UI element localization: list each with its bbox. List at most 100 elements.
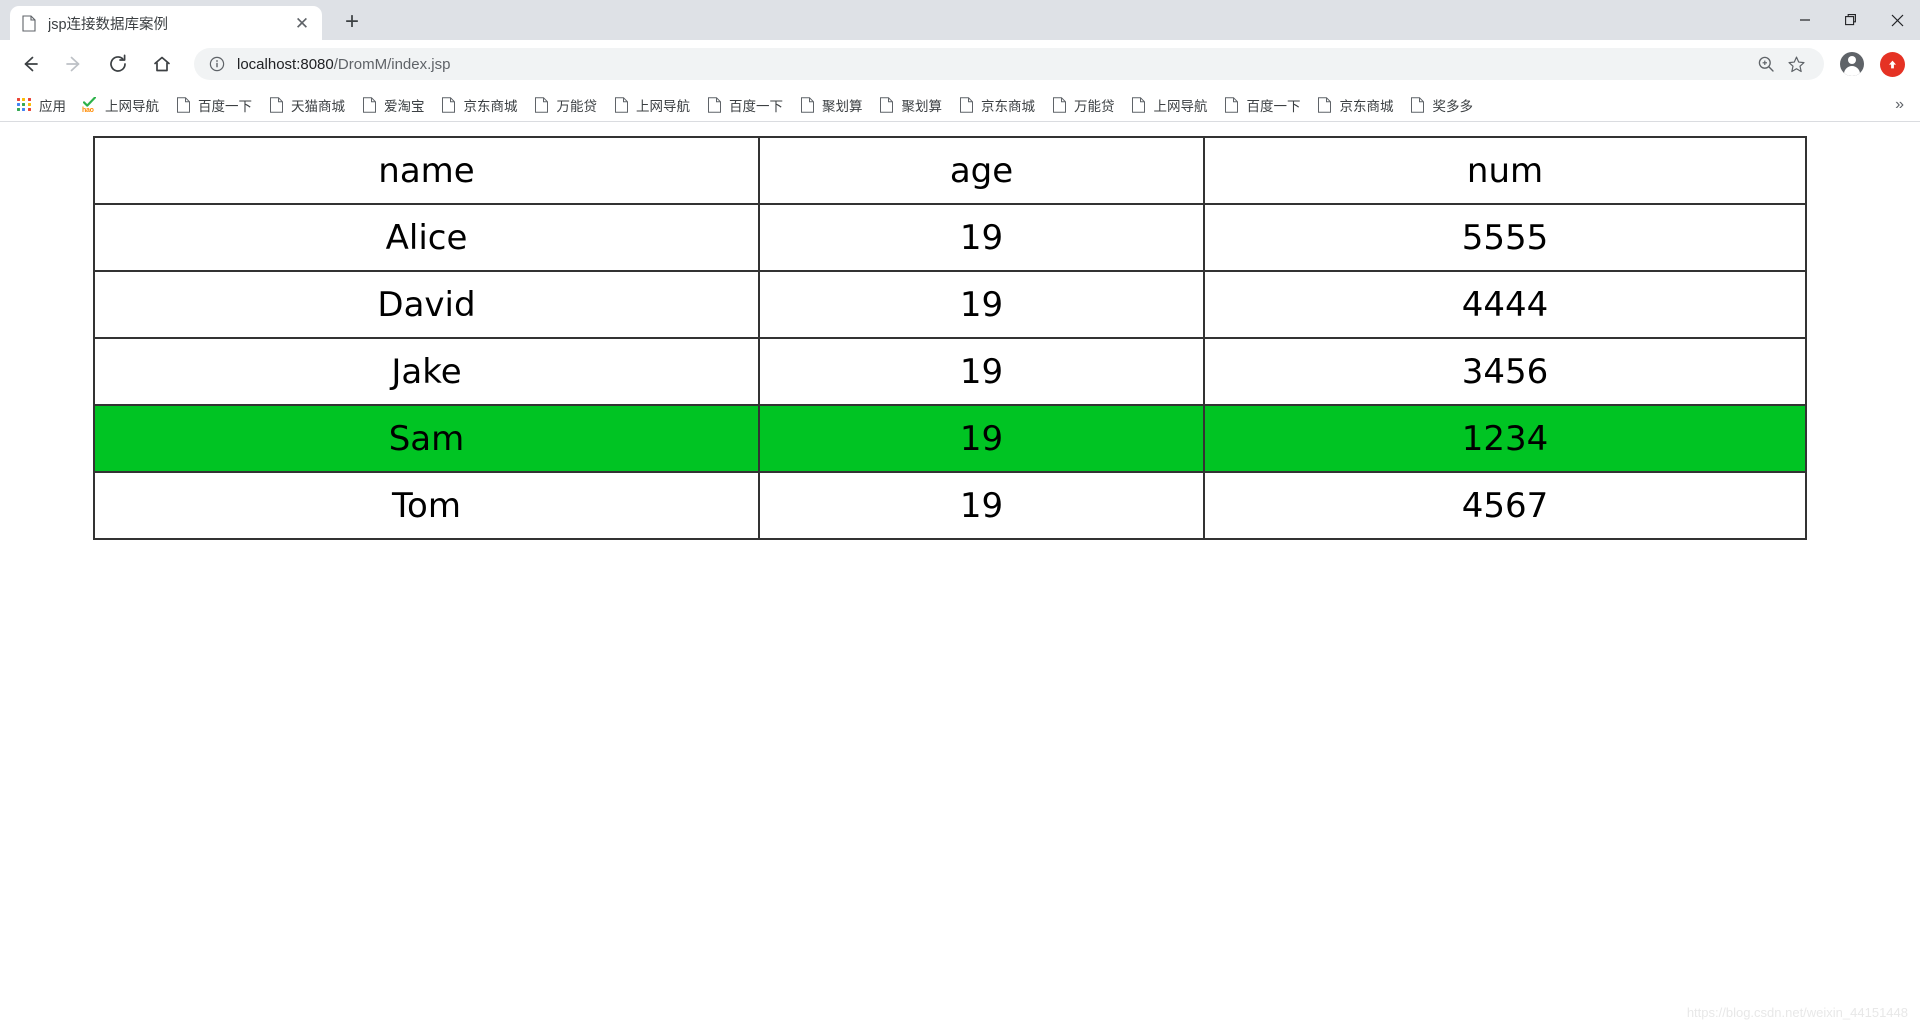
bookmark-label: 爱淘宝	[384, 98, 425, 114]
cell-num: 5555	[1203, 203, 1807, 272]
page-icon	[1224, 96, 1240, 113]
bookmark-label: 京东商城	[1339, 98, 1394, 114]
cell-age: 19	[758, 337, 1205, 406]
restore-icon[interactable]	[1828, 0, 1874, 40]
home-icon[interactable]	[144, 46, 180, 82]
cell-num: 4444	[1203, 270, 1807, 339]
bookmark-label: 百度一下	[729, 98, 783, 114]
bookmark-label: 聚划算	[822, 98, 863, 114]
reload-icon[interactable]	[100, 46, 136, 82]
table-row-highlighted[interactable]: Sam 19 1234	[93, 404, 1807, 473]
bookmark-item-14[interactable]: 上网导航	[1123, 92, 1216, 118]
bookmark-item-9[interactable]: 百度一下	[698, 92, 791, 118]
table-row[interactable]: David 19 4444	[93, 270, 1807, 339]
close-icon[interactable]: ✕	[292, 13, 312, 33]
records-table: name age num Alice 19 5555 David 19 4444 Jake 19 34…	[93, 136, 1807, 540]
info-circle-icon[interactable]	[208, 55, 226, 73]
cell-name: Alice	[93, 203, 760, 272]
url-text: localhost:8080/DromM/index.jsp	[237, 56, 450, 73]
page-icon	[268, 96, 284, 113]
close-icon[interactable]	[1874, 0, 1920, 40]
bookmark-label: 百度一下	[1246, 98, 1301, 114]
browser-toolbar: localhost:8080/DromM/index.jsp	[0, 40, 1920, 88]
bookmark-item-10[interactable]: 聚划算	[791, 92, 871, 118]
page-icon	[20, 14, 38, 32]
page-icon	[1410, 96, 1426, 113]
tab-title: jsp连接数据库案例	[48, 16, 169, 33]
page-icon	[1051, 96, 1067, 113]
table-row[interactable]: Alice 19 5555	[93, 203, 1807, 272]
page-icon	[534, 96, 550, 113]
hao123-icon: hao	[82, 96, 98, 114]
browser-tab[interactable]: jsp连接数据库案例 ✕	[10, 6, 322, 40]
bookmarks-bar: 应用 hao 上网导航 百度一下 天猫商城 爱淘宝 京东商城 万能贷 上网导航 百度一下 聚划算 聚划…	[0, 88, 1920, 122]
bookmark-label: 百度一下	[198, 98, 252, 114]
new-tab-button[interactable]: +	[336, 6, 368, 38]
apps-grid-icon	[16, 97, 32, 113]
star-icon[interactable]	[1782, 50, 1810, 78]
page-icon	[879, 96, 895, 113]
column-header-age: age	[758, 136, 1205, 205]
bookmark-label: 万能贷	[556, 98, 598, 114]
page-icon	[958, 96, 974, 113]
cell-name: Sam	[93, 404, 760, 473]
table-header-row: name age num	[93, 136, 1807, 205]
page-icon	[175, 96, 191, 113]
minimize-icon[interactable]	[1782, 0, 1828, 40]
cell-name: Tom	[93, 471, 760, 540]
bookmark-item-16[interactable]: 京东商城	[1309, 92, 1402, 118]
browser-titlebar: jsp连接数据库案例 ✕ +	[0, 0, 1920, 40]
bookmark-label: 万能贷	[1074, 98, 1115, 114]
cell-num: 3456	[1203, 337, 1807, 406]
bookmark-item-17[interactable]: 奖多多	[1402, 92, 1482, 118]
forward-icon[interactable]	[56, 46, 92, 82]
bookmark-label: 上网导航	[105, 98, 159, 114]
cell-age: 19	[758, 404, 1205, 473]
url-path: /DromM/index.jsp	[333, 55, 451, 73]
bookmark-label: 上网导航	[1153, 98, 1208, 114]
bookmark-item-5[interactable]: 爱淘宝	[353, 92, 433, 118]
address-bar[interactable]: localhost:8080/DromM/index.jsp	[194, 48, 1824, 80]
page-icon	[706, 96, 722, 113]
red-upload-badge-icon[interactable]	[1874, 46, 1910, 82]
bookmarks-overflow-button[interactable]: »	[1887, 96, 1912, 114]
bookmark-label: 应用	[39, 98, 66, 114]
bookmark-label: 京东商城	[981, 98, 1035, 114]
cell-name: David	[93, 270, 760, 339]
bookmark-label: 奖多多	[1432, 98, 1474, 114]
cell-age: 19	[758, 270, 1205, 339]
browser-window: jsp连接数据库案例 ✕ + localhost:8080/DromM/inde…	[0, 0, 1920, 1030]
bookmark-item-1[interactable]: 应用	[8, 92, 74, 118]
account-avatar-icon[interactable]	[1834, 46, 1870, 82]
url-host: localhost:8080	[237, 55, 334, 73]
bookmark-item-13[interactable]: 万能贷	[1043, 92, 1123, 118]
column-header-num: num	[1203, 136, 1807, 205]
bookmark-item-12[interactable]: 京东商城	[950, 92, 1043, 118]
bookmark-label: 聚划算	[901, 98, 943, 114]
page-icon	[1131, 96, 1147, 113]
bookmark-item-3[interactable]: 百度一下	[167, 92, 260, 118]
page-viewport: name age num Alice 19 5555 David 19 4444 Jake 19 34…	[0, 122, 1920, 1030]
cell-name: Jake	[93, 337, 760, 406]
page-icon	[799, 96, 815, 113]
window-controls	[1782, 0, 1920, 40]
zoom-in-icon[interactable]	[1752, 50, 1780, 78]
back-icon[interactable]	[12, 46, 48, 82]
page-icon	[613, 96, 629, 113]
table-row[interactable]: Jake 19 3456	[93, 337, 1807, 406]
bookmark-label: 上网导航	[636, 98, 690, 114]
bookmark-label: 京东商城	[463, 98, 518, 114]
bookmark-item-15[interactable]: 百度一下	[1216, 92, 1309, 118]
bookmark-item-7[interactable]: 万能贷	[526, 92, 606, 118]
bookmark-item-2[interactable]: hao 上网导航	[74, 92, 167, 118]
bookmark-item-8[interactable]: 上网导航	[605, 92, 698, 118]
table-row[interactable]: Tom 19 4567	[93, 471, 1807, 540]
bookmark-label: 天猫商城	[291, 98, 345, 114]
omnibox-actions	[1750, 50, 1810, 78]
cell-age: 19	[758, 471, 1205, 540]
bookmark-item-4[interactable]: 天猫商城	[260, 92, 353, 118]
cell-age: 19	[758, 203, 1205, 272]
column-header-name: name	[93, 136, 760, 205]
bookmark-item-6[interactable]: 京东商城	[433, 92, 526, 118]
bookmark-item-11[interactable]: 聚划算	[871, 92, 951, 118]
